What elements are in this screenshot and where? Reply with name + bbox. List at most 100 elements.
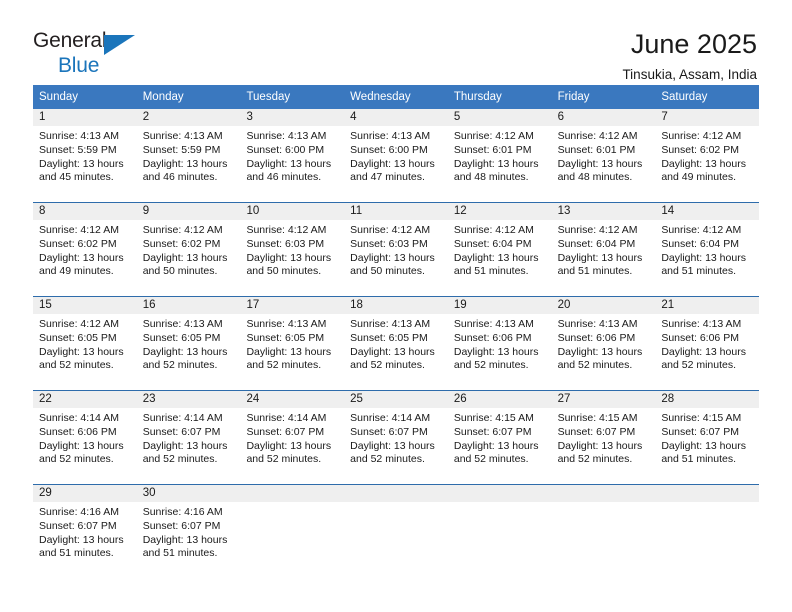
calendar-day-cell-empty	[551, 485, 656, 579]
calendar-day-cell-3[interactable]: 3 Sunrise: 4:13 AM Sunset: 6:00 PM Dayli…	[240, 109, 345, 203]
daylight-text-line2: and 52 minutes.	[246, 453, 322, 466]
sunset-text: Sunset: 6:07 PM	[39, 519, 117, 532]
calendar-day-cell-17[interactable]: 17 Sunrise: 4:13 AM Sunset: 6:05 PM Dayl…	[240, 297, 345, 391]
sunrise-text: Sunrise: 4:12 AM	[142, 224, 223, 237]
daylight-text-line1: Daylight: 13 hours	[142, 533, 228, 546]
sunrise-text: Sunrise: 4:14 AM	[350, 412, 431, 425]
day-number: 7	[655, 109, 760, 127]
day-number	[240, 485, 345, 503]
sunset-text: Sunset: 6:05 PM	[39, 331, 117, 344]
sunset-text: Sunset: 6:03 PM	[246, 237, 325, 250]
calendar-day-cell-4[interactable]: 4 Sunrise: 4:13 AM Sunset: 6:00 PM Dayli…	[344, 109, 448, 203]
calendar-day-cell-21[interactable]: 21 Sunrise: 4:13 AM Sunset: 6:06 PM Dayl…	[655, 297, 760, 391]
sunset-text: Sunset: 6:04 PM	[453, 237, 532, 250]
daylight-text-line2: and 52 minutes.	[350, 453, 425, 466]
daylight-text-line2: and 52 minutes.	[142, 359, 218, 372]
calendar-day-cell-12[interactable]: 12 Sunrise: 4:12 AM Sunset: 6:04 PM Dayl…	[447, 203, 552, 297]
sunrise-text: Sunrise: 4:13 AM	[557, 318, 638, 331]
sunrise-text: Sunrise: 4:12 AM	[557, 224, 638, 237]
sunset-text: Sunset: 6:06 PM	[557, 331, 636, 344]
sunset-text: Sunset: 6:06 PM	[453, 331, 532, 344]
calendar-day-cell-2[interactable]: 2 Sunrise: 4:13 AM Sunset: 5:59 PM Dayli…	[136, 109, 241, 203]
sunrise-text: Sunrise: 4:15 AM	[557, 412, 638, 425]
calendar-day-cell-19[interactable]: 19 Sunrise: 4:13 AM Sunset: 6:06 PM Dayl…	[447, 297, 552, 391]
day-details: Sunrise: 4:16 AM Sunset: 6:07 PM Dayligh…	[33, 502, 137, 560]
daylight-text-line2: and 52 minutes.	[453, 453, 529, 466]
calendar-day-cell-18[interactable]: 18 Sunrise: 4:13 AM Sunset: 6:05 PM Dayl…	[344, 297, 448, 391]
page-header: General Blue June 2025 Tinsukia, Assam, …	[0, 0, 792, 81]
sunrise-text: Sunrise: 4:14 AM	[39, 412, 119, 425]
day-details: Sunrise: 4:16 AM Sunset: 6:07 PM Dayligh…	[137, 502, 241, 560]
general-blue-logo[interactable]: General Blue	[33, 30, 138, 78]
calendar-day-cell-27[interactable]: 27 Sunrise: 4:15 AM Sunset: 6:07 PM Dayl…	[551, 391, 656, 485]
weekday-header-thursday: Thursday	[453, 91, 502, 103]
sunset-text: Sunset: 6:07 PM	[557, 425, 636, 438]
calendar-day-cell-6[interactable]: 6 Sunrise: 4:12 AM Sunset: 6:01 PM Dayli…	[551, 109, 656, 203]
sunrise-text: Sunrise: 4:15 AM	[453, 412, 534, 425]
day-number: 15	[33, 297, 137, 315]
sunrise-text: Sunrise: 4:12 AM	[246, 224, 327, 237]
calendar-day-cell-11[interactable]: 11 Sunrise: 4:12 AM Sunset: 6:03 PM Dayl…	[344, 203, 448, 297]
calendar-day-cell-1[interactable]: 1 Sunrise: 4:13 AM Sunset: 5:59 PM Dayli…	[33, 109, 137, 203]
daylight-text-line2: and 52 minutes.	[39, 453, 114, 466]
calendar-day-cell-9[interactable]: 9 Sunrise: 4:12 AM Sunset: 6:02 PM Dayli…	[136, 203, 241, 297]
daylight-text-line1: Daylight: 13 hours	[39, 251, 124, 264]
sunset-text: Sunset: 6:07 PM	[142, 425, 221, 438]
calendar-day-cell-14[interactable]: 14 Sunrise: 4:12 AM Sunset: 6:04 PM Dayl…	[655, 203, 760, 297]
daylight-text-line2: and 50 minutes.	[142, 265, 218, 278]
day-details: Sunrise: 4:13 AM Sunset: 6:06 PM Dayligh…	[552, 314, 656, 372]
sunrise-text: Sunrise: 4:12 AM	[661, 130, 742, 143]
sunrise-text: Sunrise: 4:13 AM	[246, 130, 327, 143]
day-details	[344, 502, 448, 506]
sunrise-text: Sunrise: 4:13 AM	[142, 318, 223, 331]
calendar-day-cell-23[interactable]: 23 Sunrise: 4:14 AM Sunset: 6:07 PM Dayl…	[136, 391, 241, 485]
sunset-text: Sunset: 6:06 PM	[39, 425, 117, 438]
calendar-day-cell-29[interactable]: 29 Sunrise: 4:16 AM Sunset: 6:07 PM Dayl…	[33, 485, 137, 579]
sunset-text: Sunset: 6:01 PM	[557, 143, 636, 156]
sunrise-text: Sunrise: 4:13 AM	[246, 318, 327, 331]
calendar-day-cell-30[interactable]: 30 Sunrise: 4:16 AM Sunset: 6:07 PM Dayl…	[136, 485, 241, 579]
sunrise-text: Sunrise: 4:12 AM	[661, 224, 742, 237]
sunrise-text: Sunrise: 4:16 AM	[142, 506, 223, 519]
weekday-header-monday: Monday	[142, 91, 184, 103]
title-group: June 2025 Tinsukia, Assam, India	[622, 29, 757, 83]
sunset-text: Sunset: 6:05 PM	[142, 331, 221, 344]
daylight-text-line1: Daylight: 13 hours	[661, 439, 746, 452]
calendar-week-row-5: 29 Sunrise: 4:16 AM Sunset: 6:07 PM Dayl…	[33, 484, 760, 579]
sunrise-text: Sunrise: 4:14 AM	[246, 412, 327, 425]
daylight-text-line1: Daylight: 13 hours	[661, 345, 746, 358]
daylight-text-line2: and 51 minutes.	[557, 265, 633, 278]
sunrise-text: Sunrise: 4:13 AM	[350, 318, 431, 331]
daylight-text-line1: Daylight: 13 hours	[246, 251, 332, 264]
day-number	[447, 485, 552, 503]
day-number: 22	[33, 391, 137, 409]
day-details: Sunrise: 4:12 AM Sunset: 6:02 PM Dayligh…	[137, 220, 241, 278]
calendar-day-cell-5[interactable]: 5 Sunrise: 4:12 AM Sunset: 6:01 PM Dayli…	[447, 109, 552, 203]
daylight-text-line2: and 51 minutes.	[661, 453, 737, 466]
calendar-day-cell-28[interactable]: 28 Sunrise: 4:15 AM Sunset: 6:07 PM Dayl…	[655, 391, 760, 485]
sunrise-text: Sunrise: 4:13 AM	[142, 130, 223, 143]
calendar-day-cell-13[interactable]: 13 Sunrise: 4:12 AM Sunset: 6:04 PM Dayl…	[551, 203, 656, 297]
calendar-day-cell-25[interactable]: 25 Sunrise: 4:14 AM Sunset: 6:07 PM Dayl…	[344, 391, 448, 485]
location-subtitle: Tinsukia, Assam, India	[622, 66, 757, 82]
daylight-text-line2: and 45 minutes.	[39, 171, 114, 184]
calendar-day-cell-16[interactable]: 16 Sunrise: 4:13 AM Sunset: 6:05 PM Dayl…	[136, 297, 241, 391]
daylight-text-line1: Daylight: 13 hours	[453, 251, 539, 264]
day-details: Sunrise: 4:13 AM Sunset: 6:05 PM Dayligh…	[344, 314, 448, 372]
daylight-text-line2: and 50 minutes.	[350, 265, 425, 278]
calendar-day-cell-7[interactable]: 7 Sunrise: 4:12 AM Sunset: 6:02 PM Dayli…	[655, 109, 760, 203]
daylight-text-line2: and 52 minutes.	[142, 453, 218, 466]
calendar-day-cell-8[interactable]: 8 Sunrise: 4:12 AM Sunset: 6:02 PM Dayli…	[33, 203, 137, 297]
day-number: 8	[33, 203, 137, 221]
calendar-day-cell-22[interactable]: 22 Sunrise: 4:14 AM Sunset: 6:06 PM Dayl…	[33, 391, 137, 485]
daylight-text-line1: Daylight: 13 hours	[350, 251, 435, 264]
calendar-day-cell-24[interactable]: 24 Sunrise: 4:14 AM Sunset: 6:07 PM Dayl…	[240, 391, 345, 485]
calendar-day-cell-26[interactable]: 26 Sunrise: 4:15 AM Sunset: 6:07 PM Dayl…	[447, 391, 552, 485]
day-details: Sunrise: 4:12 AM Sunset: 6:04 PM Dayligh…	[552, 220, 656, 278]
calendar-day-cell-20[interactable]: 20 Sunrise: 4:13 AM Sunset: 6:06 PM Dayl…	[551, 297, 656, 391]
calendar-day-cell-15[interactable]: 15 Sunrise: 4:12 AM Sunset: 6:05 PM Dayl…	[33, 297, 137, 391]
daylight-text-line1: Daylight: 13 hours	[39, 157, 124, 170]
calendar-day-cell-10[interactable]: 10 Sunrise: 4:12 AM Sunset: 6:03 PM Dayl…	[240, 203, 345, 297]
daylight-text-line1: Daylight: 13 hours	[557, 157, 643, 170]
day-details: Sunrise: 4:12 AM Sunset: 6:01 PM Dayligh…	[552, 126, 656, 184]
